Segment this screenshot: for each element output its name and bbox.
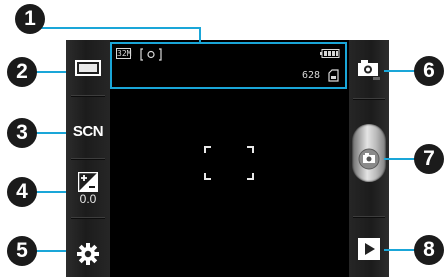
switch-mode-button[interactable]: [349, 52, 389, 86]
callout-badge: 4: [7, 177, 37, 207]
remaining-shots: 628: [302, 70, 321, 81]
scene-mode-button[interactable]: SCN: [66, 114, 110, 148]
camera-screen: SCN 0.0 32M 628 1 2 3 4 5 6 7 8: [0, 0, 448, 277]
callout-badge: 8: [414, 235, 444, 265]
callout-badge: 3: [7, 118, 37, 148]
callout-badge: 2: [7, 57, 37, 87]
exposure-button[interactable]: 0.0: [66, 168, 110, 214]
shooting-mode-button[interactable]: [66, 52, 110, 84]
callout-badge: 7: [414, 144, 444, 174]
scene-mode-label: SCN: [72, 122, 104, 140]
resolution-indicator: 32M: [117, 49, 132, 58]
divider: [71, 217, 105, 219]
focus-corner: [247, 173, 254, 180]
battery-icon: [320, 49, 340, 58]
callout-line: [199, 27, 201, 42]
focus-corner: [247, 146, 254, 153]
callout-badge: 1: [15, 4, 45, 34]
exposure-plus-minus-icon: [78, 172, 98, 192]
exposure-value: 0.0: [79, 192, 97, 206]
focus-mode-icon: [140, 48, 162, 61]
callout-badge: 6: [414, 56, 444, 86]
divider: [71, 158, 105, 160]
focus-corner: [204, 173, 211, 180]
play-icon: [358, 238, 380, 260]
left-control-bar: SCN 0.0: [66, 40, 110, 277]
rectangle-frame-icon: [75, 60, 101, 76]
focus-frame-icon: [204, 146, 254, 180]
memory-card-icon: [328, 69, 339, 82]
divider: [353, 98, 385, 100]
camera-icon: [358, 60, 380, 80]
gear-icon: [77, 243, 99, 265]
callout-line: [30, 27, 201, 29]
indicator-panel: 32M 628: [110, 42, 347, 89]
divider: [353, 216, 385, 218]
camera-shutter-icon: [358, 148, 380, 170]
focus-corner: [204, 146, 211, 153]
preview-button[interactable]: [349, 232, 389, 266]
callout-badge: 5: [7, 236, 37, 266]
shutter-button[interactable]: [352, 124, 386, 182]
divider: [71, 95, 105, 97]
settings-button[interactable]: [66, 237, 110, 271]
